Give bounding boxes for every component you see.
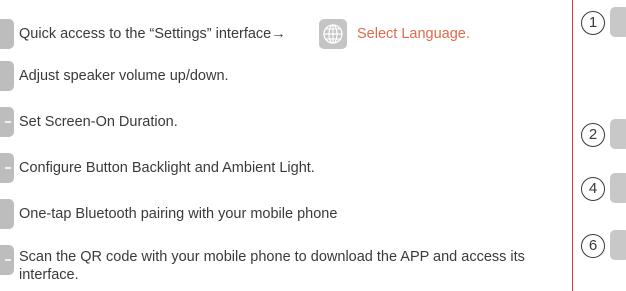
list-item-bluetooth: One-tap Bluetooth pairing with your mobi… (0, 199, 560, 233)
list-item-backlight: Configure Button Backlight and Ambient L… (0, 153, 560, 187)
light-icon (0, 153, 14, 183)
list-item-screen-duration: Set Screen-On Duration. (0, 107, 560, 141)
select-language-link[interactable]: Select Language. (357, 25, 470, 43)
step-icon (610, 7, 626, 37)
column-divider (572, 0, 573, 291)
step-icon (610, 230, 626, 260)
list-item-volume: Adjust speaker volume up/down. (0, 61, 560, 95)
item-text: One-tap Bluetooth pairing with your mobi… (19, 206, 338, 222)
step-number: 1 (581, 11, 605, 35)
item-text: Scan the QR code with your mobile phone … (19, 249, 525, 283)
item-text: Adjust speaker volume up/down. (19, 68, 229, 84)
step-number: 4 (581, 177, 605, 201)
step-number: 6 (581, 234, 605, 258)
bluetooth-icon (0, 199, 14, 229)
step-icon (610, 119, 626, 149)
step-icon (610, 173, 626, 203)
settings-icon (0, 19, 14, 49)
item-text: Quick access to the “Settings” interface… (19, 26, 286, 42)
step-number: 2 (581, 123, 605, 147)
list-item-settings: Quick access to the “Settings” interface… (0, 19, 560, 53)
screen-timer-icon (0, 107, 14, 137)
globe-icon (319, 19, 347, 49)
volume-icon (0, 61, 14, 91)
item-text: Configure Button Backlight and Ambient L… (19, 160, 315, 176)
item-text: Set Screen-On Duration. (19, 114, 178, 130)
list-item-qr-code: Scan the QR code with your mobile phone … (0, 245, 560, 291)
qr-code-icon (0, 245, 14, 275)
